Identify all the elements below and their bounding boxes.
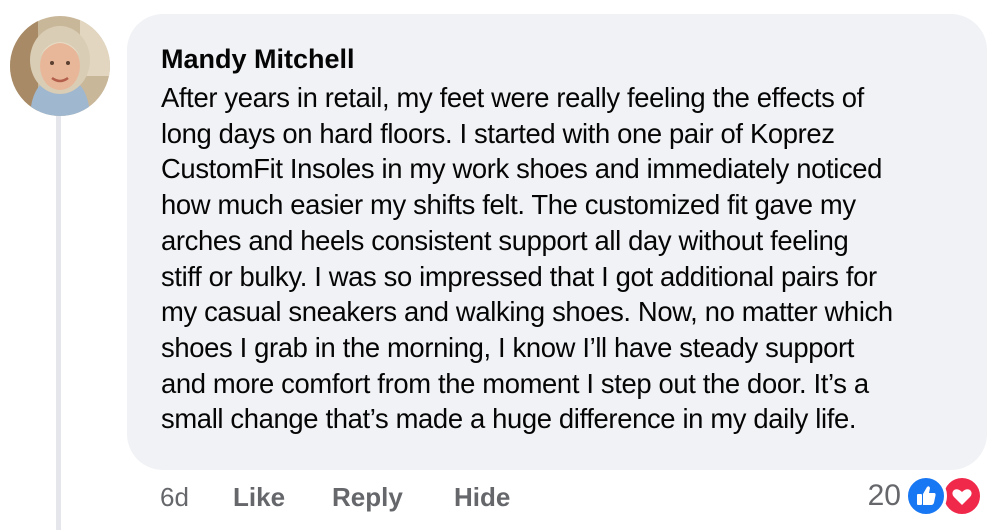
comment-line: After years in retail, my feet were real…: [161, 82, 864, 113]
comment-author-name[interactable]: Mandy Mitchell: [161, 42, 355, 76]
comment-line: my casual sneakers and walking shoes. No…: [161, 296, 893, 328]
comment-line: arches and heels consistent support all …: [161, 224, 849, 256]
reactions-summary[interactable]: 20: [868, 475, 983, 517]
comment-line: how much easier my shifts felt. The cust…: [161, 189, 856, 221]
avatar[interactable]: [10, 16, 110, 116]
comment-line: stiff or bulky. I was so impressed that …: [161, 260, 877, 292]
comment-bubble: Mandy Mitchell After years in retail, my…: [127, 14, 987, 470]
comment-line: and more comfort from the moment I step …: [161, 367, 869, 399]
thumbs-up-icon: [905, 475, 947, 517]
reply-thread-line: [56, 116, 61, 530]
reaction-icons: [905, 475, 983, 517]
comment-timestamp[interactable]: 6d: [160, 477, 189, 517]
comment-text: After years in retail, my feet were real…: [161, 80, 973, 437]
reply-button[interactable]: Reply: [332, 477, 403, 517]
comment-line: shoes I grab in the morning, I know I’ll…: [161, 331, 855, 363]
profile-photo: [10, 16, 110, 116]
comment-line: CustomFit Insoles in my work shoes and i…: [161, 153, 883, 185]
reaction-count: 20: [867, 479, 901, 512]
hide-button[interactable]: Hide: [454, 477, 510, 517]
like-button[interactable]: Like: [233, 477, 285, 517]
comment-line: long days on hard floors. I started with…: [161, 117, 835, 149]
comment-line: small change that’s made a huge differen…: [161, 403, 857, 435]
heart-icon: [941, 475, 983, 517]
